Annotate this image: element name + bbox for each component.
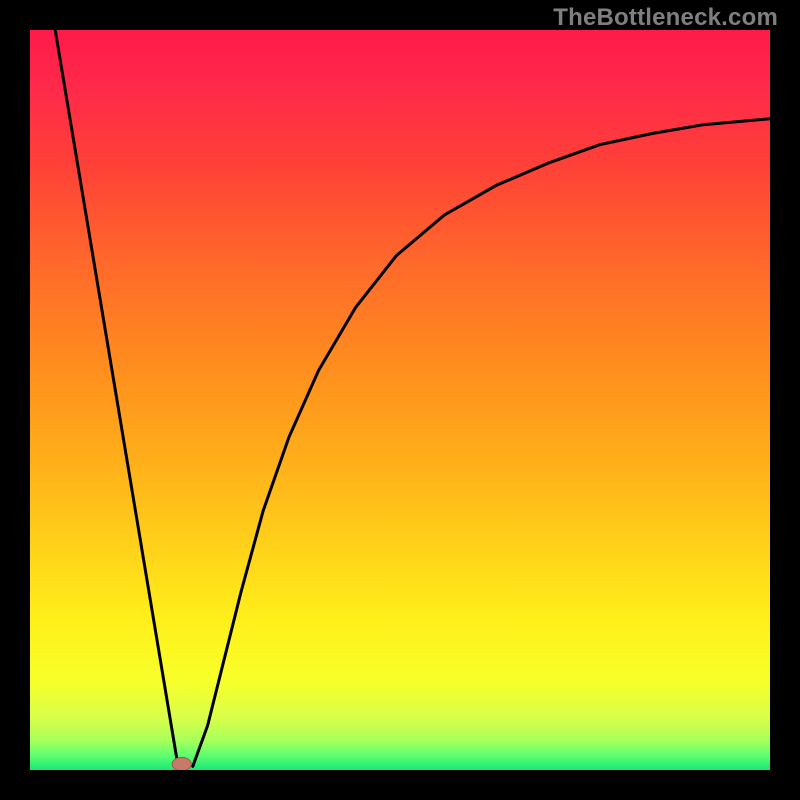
bottleneck-curve-right bbox=[193, 119, 770, 767]
plot-area bbox=[30, 30, 770, 770]
curve-layer bbox=[30, 30, 770, 770]
watermark-text: TheBottleneck.com bbox=[553, 4, 778, 32]
chart-frame: TheBottleneck.com bbox=[0, 0, 800, 800]
bottleneck-curve-left bbox=[55, 30, 179, 770]
optimal-point-marker bbox=[172, 757, 191, 770]
